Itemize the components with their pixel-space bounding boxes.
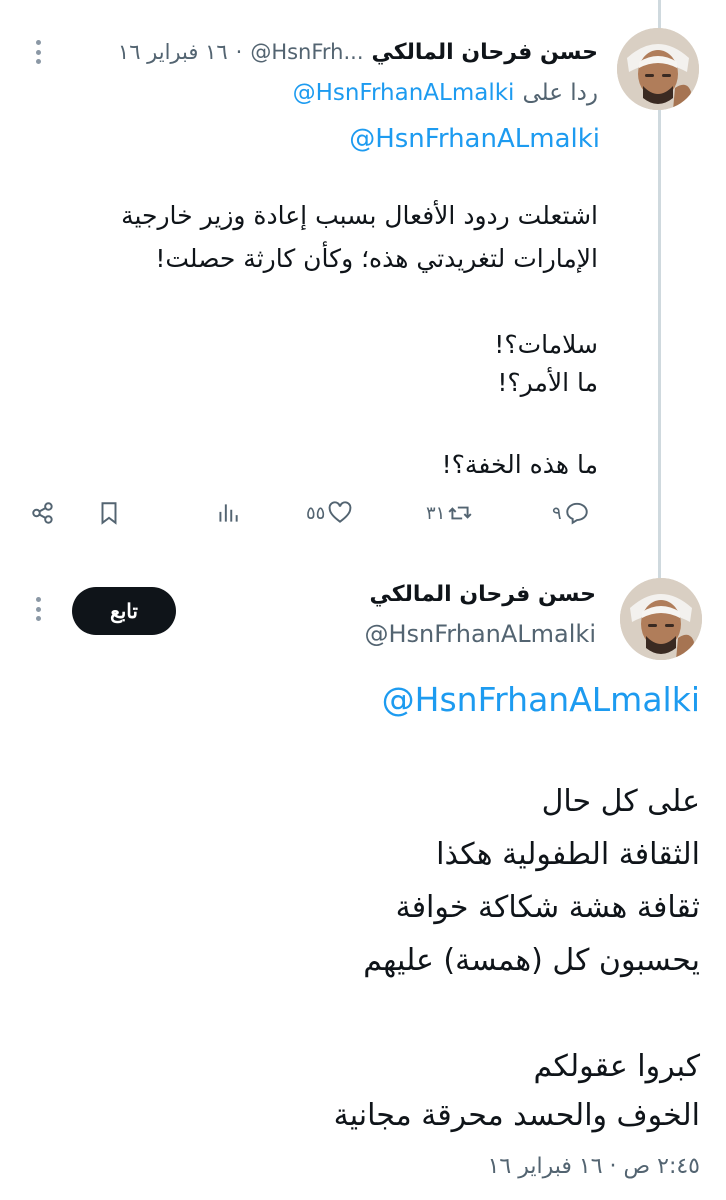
mention-link[interactable]: @HsnFrhanALmalki <box>349 124 600 154</box>
tweet-action-bar: ٥٥ ٣١ ٩ <box>30 500 610 540</box>
separator-dot: · <box>235 40 243 64</box>
tweet-text-line: كبروا عقولكم <box>533 1049 701 1084</box>
tweet-text-line: الإمارات لتغريدتي هذه؛ وكأن كارثة حصلت! <box>155 244 598 273</box>
tweet-header: حسن فرحان المالكي @HsnFrh... · ١٦ فبراير… <box>118 36 598 68</box>
like-button[interactable]: ٥٥ <box>306 500 353 526</box>
replies-count: ٩ <box>552 502 562 524</box>
retweet-icon <box>448 506 472 520</box>
retweets-count: ٣١ <box>426 502 446 524</box>
heart-icon <box>329 501 352 523</box>
follow-button[interactable]: تابع <box>72 587 176 635</box>
avatar[interactable] <box>620 578 702 660</box>
reply-to-link[interactable]: @HsnFrhanALmalki <box>293 80 515 106</box>
likes-count: ٥٥ <box>306 502 326 524</box>
reply-prefix: ردا على <box>522 80 598 106</box>
author-handle[interactable]: @HsnFrhanALmalki <box>364 620 596 648</box>
tweet-text-line: اشتعلت ردود الأفعال بسبب إعادة وزير خارج… <box>121 201 598 230</box>
avatar-photo <box>620 578 702 660</box>
reply-icon <box>565 502 588 525</box>
bookmark-button[interactable] <box>96 500 122 526</box>
more-vertical-icon[interactable] <box>34 40 42 64</box>
tweet-text-line: الثقافة الطفولية هكذا <box>436 837 700 872</box>
bar-chart-icon <box>219 504 238 522</box>
tweet-text-line: ثقافة هشة شكاكة خوافة <box>395 890 700 925</box>
tweet-timestamp[interactable]: ٢:٤٥ ص · ١٦ فبراير ١٦ <box>488 1154 700 1179</box>
reply-button[interactable]: ٩ <box>552 500 590 526</box>
avatar-photo <box>617 28 699 110</box>
author-handle[interactable]: @HsnFrh... <box>250 40 363 64</box>
share-icon <box>32 502 53 524</box>
tweet-text-line: سلامات؟! <box>494 330 598 359</box>
share-button[interactable] <box>30 500 56 526</box>
reply-context: ردا على @HsnFrhanALmalki <box>293 80 598 106</box>
more-vertical-icon[interactable] <box>34 597 42 621</box>
avatar[interactable] <box>617 28 699 110</box>
tweet-date[interactable]: ١٦ فبراير ١٦ <box>118 40 228 64</box>
views-button[interactable] <box>215 500 243 526</box>
tweet-text-line: ما الأمر؟! <box>497 368 598 397</box>
mention-link[interactable]: @HsnFrhanALmalki <box>382 680 700 719</box>
bookmark-icon <box>101 502 117 525</box>
tweet-text-line: ما هذه الخفة؟! <box>441 450 598 479</box>
retweet-button[interactable]: ٣١ <box>426 500 473 526</box>
tweet-text-line: على كل حال <box>541 784 700 819</box>
author-name[interactable]: حسن فرحان المالكي <box>370 582 596 607</box>
tweet-text-line: يحسبون كل (همسة) عليهم <box>363 943 700 978</box>
tweet-text-line: الخوف والحسد محرقة مجانية <box>333 1098 700 1133</box>
author-name[interactable]: حسن فرحان المالكي <box>372 40 598 65</box>
